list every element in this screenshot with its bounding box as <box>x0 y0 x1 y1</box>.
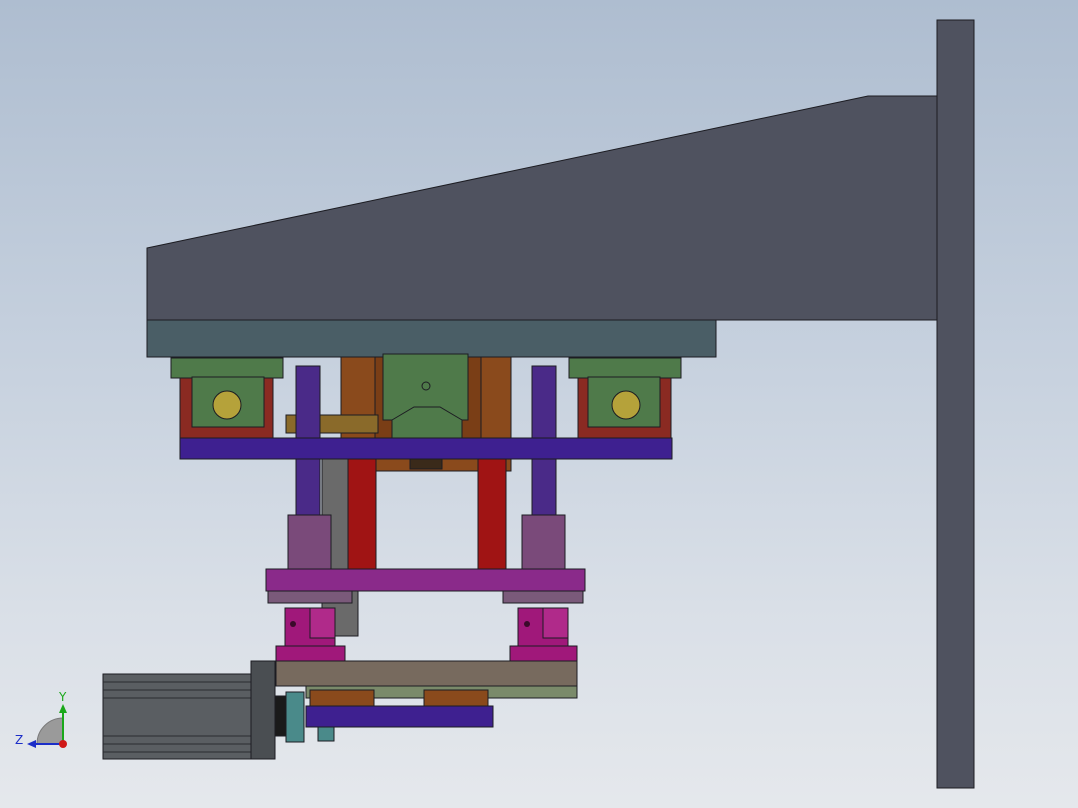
magenta-plate-shadow-right <box>502 590 584 604</box>
bearing-right[interactable] <box>611 390 641 420</box>
coupling-nut[interactable] <box>317 726 335 742</box>
clamp-left-jaw <box>309 607 336 639</box>
center-hub <box>409 458 443 470</box>
y-axis-arrow <box>59 704 67 713</box>
orientation-triad[interactable]: Y Z <box>15 690 67 748</box>
shaft-coupling[interactable] <box>285 691 305 743</box>
bushing-right[interactable] <box>521 514 566 571</box>
clamp-right-base[interactable] <box>509 645 578 663</box>
bearing-left[interactable] <box>212 390 242 420</box>
support-column-left[interactable] <box>347 458 377 570</box>
z-axis-label: Z <box>15 733 23 747</box>
y-axis-label: Y <box>58 690 67 704</box>
slider-block-left[interactable] <box>309 689 375 709</box>
magenta-plate-shadow-left <box>267 590 353 604</box>
clamp-left-base[interactable] <box>275 645 346 663</box>
base-plate[interactable] <box>275 660 578 687</box>
magenta-plate[interactable] <box>265 568 586 592</box>
cad-viewport[interactable]: Y Z <box>0 0 1078 808</box>
triad-arc <box>36 717 64 745</box>
motor-flange[interactable] <box>250 660 276 760</box>
overhead-arm[interactable] <box>146 95 938 321</box>
motor-shaft-collar <box>274 695 288 737</box>
rail-block-right[interactable] <box>568 357 682 379</box>
slider-block-right[interactable] <box>423 689 489 709</box>
assembly-drawing: Y Z <box>15 19 975 789</box>
rail-block-left[interactable] <box>170 357 284 379</box>
mounting-plate[interactable] <box>146 319 717 358</box>
upper-cross-plate[interactable] <box>179 437 673 460</box>
z-axis-arrow <box>27 740 36 748</box>
x-axis-dot <box>59 740 67 748</box>
bushing-left[interactable] <box>287 514 332 571</box>
clamp-right-jaw <box>542 607 569 639</box>
clamp-right-screw <box>524 621 530 627</box>
vertical-frame-post[interactable] <box>936 19 975 789</box>
motor-body[interactable] <box>102 673 254 760</box>
clamp-left-screw <box>290 621 296 627</box>
support-column-right[interactable] <box>477 458 507 570</box>
bottom-plate[interactable] <box>305 705 494 728</box>
